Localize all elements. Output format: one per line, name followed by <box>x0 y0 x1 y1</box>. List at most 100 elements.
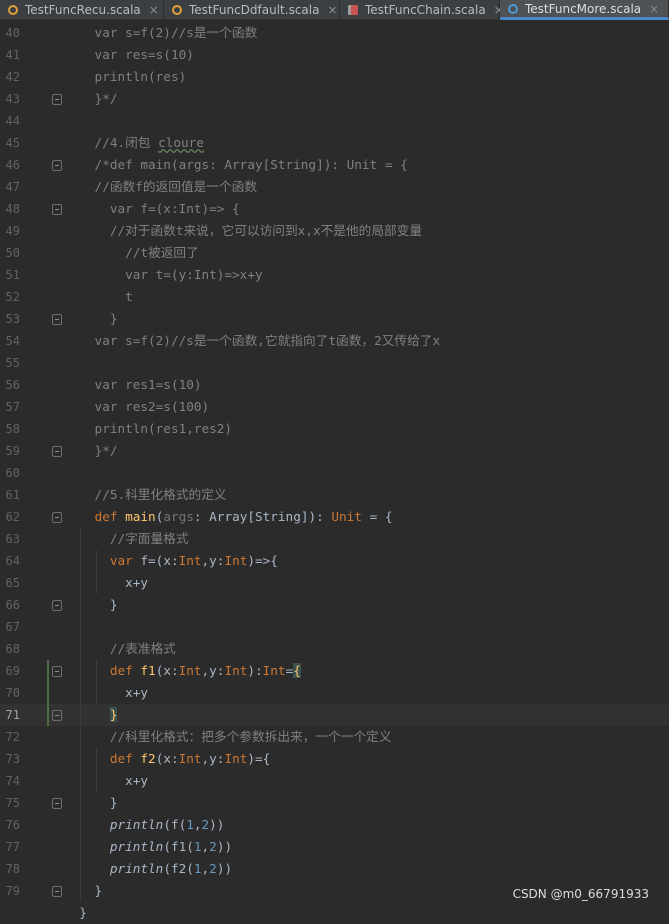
code-token: println <box>109 861 164 876</box>
line-number: 56 <box>5 378 20 392</box>
code-token: )) <box>209 817 225 832</box>
line-number: 61 <box>5 488 20 502</box>
tab-testfuncddfault-scala[interactable]: TestFuncDdfault.scala × <box>164 0 340 20</box>
code-token: /*def main(args: Array[String]): Unit = … <box>64 157 408 172</box>
code-text: } <box>64 902 87 924</box>
code-line[interactable]: 78 println(f2(1,2)) <box>0 858 669 880</box>
code-text: var res=s(10) <box>64 44 194 66</box>
code-line[interactable]: 41 var res=s(10) <box>0 44 669 66</box>
code-token: )) <box>216 861 233 876</box>
code-text: x+y <box>64 682 148 704</box>
code-text: def f1(x:Int,y:Int):Int={ <box>64 660 301 682</box>
code-text: }*/ <box>64 88 118 110</box>
code-line[interactable]: 75 } <box>0 792 669 814</box>
line-number: 68 <box>5 642 20 656</box>
code-line[interactable]: 52 t <box>0 286 669 308</box>
code-line[interactable]: 49 //对于函数t来说，它可以访问到x,x不是他的局部变量 <box>0 220 669 242</box>
scala-object-icon <box>172 5 182 15</box>
code-line[interactable]: 76 println(f(1,2)) <box>0 814 669 836</box>
code-line[interactable]: 57 var res2=s(100) <box>0 396 669 418</box>
fold-marker-icon[interactable] <box>52 160 62 171</box>
code-text: var s=f(2)//s是一个函数,它就指向了t函数，2又传给了x <box>64 330 441 352</box>
code-token: } <box>64 883 103 898</box>
fold-marker-icon[interactable] <box>52 204 62 215</box>
code-editor[interactable]: 40 var s=f(2)//s是一个函数 41 var res=s(10) 42 … <box>0 22 669 920</box>
code-line[interactable]: 58 println(res1,res2) <box>0 418 669 440</box>
code-line[interactable]: 55 <box>0 352 669 374</box>
code-line[interactable]: 67 <box>0 616 669 638</box>
code-token: var res=s(10) <box>64 47 194 62</box>
fold-marker-icon[interactable] <box>52 710 62 721</box>
code-line[interactable]: } <box>0 902 669 924</box>
code-line[interactable]: 61 //5.科里化格式的定义 <box>0 484 669 506</box>
code-line[interactable]: 53 } <box>0 308 669 330</box>
fold-marker-icon[interactable] <box>52 94 62 105</box>
code-line[interactable]: 65 x+y <box>0 572 669 594</box>
code-line[interactable]: 69 def f1(x:Int,y:Int):Int={ <box>0 660 669 682</box>
fold-marker-icon[interactable] <box>52 600 62 611</box>
code-text: var res1=s(10) <box>64 374 202 396</box>
code-line[interactable]: 68 //表准格式 <box>0 638 669 660</box>
code-token: )={ <box>247 751 271 766</box>
line-number: 46 <box>5 158 20 172</box>
code-line[interactable]: 45 //4.闭包 cloure <box>0 132 669 154</box>
code-line[interactable]: 73 def f2(x:Int,y:Int)={ <box>0 748 669 770</box>
code-token: , <box>193 817 202 832</box>
code-token: }*/ <box>64 443 118 458</box>
fold-marker-icon[interactable] <box>52 886 62 897</box>
code-token: 1 <box>193 861 202 876</box>
close-tab-icon[interactable]: × <box>649 2 659 16</box>
indent-guide <box>96 660 97 704</box>
fold-marker-icon[interactable] <box>52 798 62 809</box>
code-text: }*/ <box>64 440 118 462</box>
code-line[interactable]: 62 def main(args: Array[String]): Unit =… <box>0 506 669 528</box>
code-text: var s=f(2)//s是一个函数 <box>64 22 258 44</box>
code-line[interactable]: 72 //科里化格式：把多个参数拆出来，一个一个定义 <box>0 726 669 748</box>
code-line[interactable]: 71 } <box>0 704 669 726</box>
code-token: //5.科里化格式的定义 <box>64 487 227 502</box>
code-line[interactable]: 44 <box>0 110 669 132</box>
code-line[interactable]: 50 //t被返回了 <box>0 242 669 264</box>
tab-testfuncmore-scala[interactable]: TestFuncMore.scala × <box>500 0 669 20</box>
code-line[interactable]: 51 var t=(y:Int)=>x+y <box>0 264 669 286</box>
code-line[interactable]: 42 println(res) <box>0 66 669 88</box>
vcs-change-marker <box>47 660 49 726</box>
code-line[interactable]: 47 //函数f的返回值是一个函数 <box>0 176 669 198</box>
code-token: Int <box>224 663 248 678</box>
code-line[interactable]: 66 } <box>0 594 669 616</box>
code-line[interactable]: 60 <box>0 462 669 484</box>
code-token: Int <box>262 663 286 678</box>
line-number: 64 <box>5 554 20 568</box>
code-line[interactable]: 40 var s=f(2)//s是一个函数 <box>0 22 669 44</box>
code-line[interactable]: 54 var s=f(2)//s是一个函数,它就指向了t函数，2又传给了x <box>0 330 669 352</box>
code-line[interactable]: 43 }*/ <box>0 88 669 110</box>
code-line[interactable]: 74 x+y <box>0 770 669 792</box>
code-token: //字面量格式 <box>64 531 189 546</box>
code-line[interactable]: 59 }*/ <box>0 440 669 462</box>
code-token: var s=f(2)//s是一个函数,它就指向了t函数，2又传给了x <box>64 333 441 348</box>
close-tab-icon[interactable]: × <box>327 3 337 17</box>
tab-testfuncrecu-scala[interactable]: TestFuncRecu.scala × <box>0 0 164 20</box>
code-token: var f=(x:Int)=> { <box>64 201 240 216</box>
code-line[interactable]: 48 var f=(x:Int)=> { <box>0 198 669 220</box>
code-line[interactable]: 46 /*def main(args: Array[String]): Unit… <box>0 154 669 176</box>
fold-marker-icon[interactable] <box>52 512 62 523</box>
line-number: 52 <box>5 290 20 304</box>
line-number: 59 <box>5 444 20 458</box>
code-line[interactable]: 77 println(f1(1,2)) <box>0 836 669 858</box>
code-line[interactable]: 56 var res1=s(10) <box>0 374 669 396</box>
code-line[interactable]: 64 var f=(x:Int,y:Int)=>{ <box>0 550 669 572</box>
code-line[interactable]: 70 x+y <box>0 682 669 704</box>
code-token: main <box>125 509 156 524</box>
close-tab-icon[interactable]: × <box>149 3 159 17</box>
code-token: var res1=s(10) <box>64 377 202 392</box>
line-number: 44 <box>5 114 20 128</box>
tab-testfuncchain-scala[interactable]: TestFuncChain.scala × <box>340 0 504 20</box>
fold-marker-icon[interactable] <box>52 314 62 325</box>
fold-marker-icon[interactable] <box>52 446 62 457</box>
code-line[interactable]: 63 //字面量格式 <box>0 528 669 550</box>
fold-marker-icon[interactable] <box>52 666 62 677</box>
